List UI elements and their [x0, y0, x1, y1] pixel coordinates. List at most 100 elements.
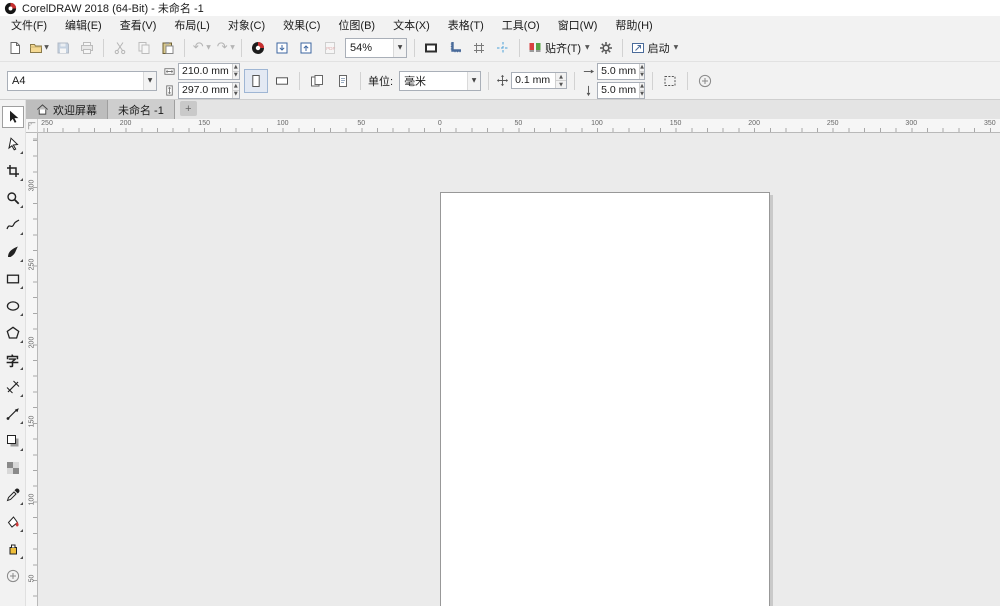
portrait-button[interactable] — [244, 68, 268, 93]
duplicate-x-field[interactable]: 5.0 mm ▲ ▼ — [597, 62, 646, 80]
units-combo[interactable]: 毫米 ▼ — [399, 70, 482, 91]
all-pages-button[interactable] — [305, 69, 329, 93]
pick-tool[interactable] — [1, 106, 24, 128]
polygon-tool[interactable] — [2, 322, 24, 344]
drawing-canvas[interactable] — [38, 133, 1000, 606]
spin-up-icon[interactable]: ▲ — [232, 63, 239, 71]
spin-up-icon[interactable]: ▲ — [232, 82, 239, 90]
menu-file[interactable]: 文件(F) — [2, 15, 56, 35]
menu-view[interactable]: 查看(V) — [111, 15, 166, 35]
quick-customize-button[interactable] — [693, 69, 717, 93]
import-button[interactable] — [271, 37, 293, 59]
snap-to-button[interactable]: 贴齐(T) ▼ — [524, 38, 594, 58]
customize-toolbox-button-icon — [6, 569, 20, 583]
page-height-field[interactable]: 297.0 mm ▲ ▼ — [178, 81, 240, 99]
spin-up-icon[interactable]: ▲ — [640, 82, 645, 90]
folder-open-icon — [29, 41, 43, 55]
new-tab-button[interactable]: + — [179, 101, 197, 116]
ruler-origin-corner[interactable] — [26, 119, 38, 133]
combo-dropdown-icon[interactable]: ▼ — [467, 71, 481, 90]
spinner[interactable]: ▲ ▼ — [639, 63, 645, 79]
spin-up-icon[interactable]: ▲ — [640, 63, 645, 71]
show-rulers-button[interactable] — [444, 37, 466, 59]
menu-help[interactable]: 帮助(H) — [606, 15, 661, 35]
v-ruler-label: 300 — [28, 179, 36, 192]
shape-tool[interactable] — [2, 133, 24, 155]
page-size-combo[interactable]: A4 ▼ — [7, 70, 157, 91]
new-doc-icon — [8, 41, 22, 55]
current-page-button[interactable] — [331, 69, 355, 93]
zoom-level-combo[interactable]: 54% ▼ — [345, 37, 407, 58]
treat-as-filled-button[interactable] — [658, 69, 682, 93]
menu-layout[interactable]: 布局(L) — [165, 15, 218, 35]
spin-up-icon[interactable]: ▲ — [556, 73, 567, 80]
flyout-indicator-icon — [19, 394, 23, 397]
document-page[interactable] — [440, 192, 770, 606]
show-grid-button[interactable] — [468, 37, 490, 59]
show-guidelines-button[interactable] — [492, 37, 514, 59]
drop-shadow-tool[interactable] — [2, 430, 24, 452]
dimension-tool[interactable] — [2, 376, 24, 398]
smart-fill-tool[interactable] — [2, 538, 24, 560]
zoom-tool[interactable] — [2, 187, 24, 209]
save-button[interactable] — [52, 37, 74, 59]
fullscreen-preview-button[interactable] — [420, 37, 442, 59]
spinner[interactable]: ▲ ▼ — [555, 73, 567, 88]
rectangle-tool[interactable] — [2, 268, 24, 290]
redo-button[interactable]: ↷ ▼ — [214, 37, 236, 59]
cut-button[interactable] — [109, 37, 131, 59]
spin-down-icon[interactable]: ▼ — [232, 89, 239, 98]
fullscreen-icon — [424, 41, 438, 55]
menu-object[interactable]: 对象(C) — [219, 15, 274, 35]
crop-tool[interactable] — [2, 160, 24, 182]
menu-tools[interactable]: 工具(O) — [493, 15, 549, 35]
publish-pdf-button[interactable]: PDF — [319, 37, 341, 59]
text-tool[interactable]: 字 — [2, 349, 24, 371]
menu-text[interactable]: 文本(X) — [384, 15, 439, 35]
spin-down-icon[interactable]: ▼ — [640, 70, 645, 79]
ellipse-tool[interactable] — [2, 295, 24, 317]
customize-toolbox-button[interactable] — [2, 565, 24, 587]
nudge-offset-field[interactable]: 0.1 mm ▲ ▼ — [511, 72, 568, 89]
tab-welcome-screen[interactable]: 欢迎屏幕 — [26, 100, 108, 119]
launch-button[interactable]: 启动 ▼ — [627, 38, 683, 58]
corel-circle-icon — [251, 41, 265, 55]
paste-button[interactable] — [157, 37, 179, 59]
export-button[interactable] — [295, 37, 317, 59]
menu-bitmaps[interactable]: 位图(B) — [329, 15, 384, 35]
page-width-field-row: 210.0 mm ▲ ▼ — [163, 62, 240, 80]
artistic-media-tool[interactable] — [2, 241, 24, 263]
search-content-button[interactable] — [247, 37, 269, 59]
duplicate-y-field[interactable]: 5.0 mm ▲ ▼ — [597, 81, 646, 99]
copy-button[interactable] — [133, 37, 155, 59]
menu-edit[interactable]: 编辑(E) — [56, 15, 111, 35]
spinner[interactable]: ▲ ▼ — [231, 63, 239, 79]
undo-button[interactable]: ↶ ▼ — [190, 37, 212, 59]
options-button[interactable] — [595, 37, 617, 59]
spin-down-icon[interactable]: ▼ — [556, 80, 567, 88]
page-width-field[interactable]: 210.0 mm ▲ ▼ — [178, 62, 240, 80]
spin-down-icon[interactable]: ▼ — [232, 70, 239, 79]
open-button[interactable]: ▼ — [28, 37, 50, 59]
connector-tool[interactable] — [2, 403, 24, 425]
combo-dropdown-icon[interactable]: ▼ — [393, 38, 406, 57]
menu-effects[interactable]: 效果(C) — [274, 15, 329, 35]
color-eyedropper-tool[interactable] — [2, 484, 24, 506]
horizontal-ruler[interactable]: 250 200 150 100 50 0 50 100 150 200 250 300 350 — [38, 119, 1000, 133]
spin-down-icon[interactable]: ▼ — [640, 89, 645, 98]
freehand-tool[interactable] — [2, 214, 24, 236]
combo-dropdown-icon[interactable]: ▼ — [143, 71, 156, 90]
interactive-fill-tool[interactable] — [2, 511, 24, 533]
transparency-tool[interactable] — [2, 457, 24, 479]
tab-document-1[interactable]: 未命名 -1 — [108, 100, 175, 119]
spinner[interactable]: ▲ ▼ — [231, 82, 239, 98]
landscape-button[interactable] — [270, 69, 294, 93]
print-button[interactable] — [76, 37, 98, 59]
new-document-button[interactable] — [4, 37, 26, 59]
menubar: 文件(F) 编辑(E) 查看(V) 布局(L) 对象(C) 效果(C) 位图(B) 文本(X)… — [0, 16, 1000, 34]
toolbar-separator — [184, 38, 185, 57]
spinner[interactable]: ▲ ▼ — [639, 82, 645, 98]
menu-window[interactable]: 窗口(W) — [549, 15, 607, 35]
vertical-ruler[interactable]: 300 250 200 150 100 50 — [26, 133, 38, 606]
menu-table[interactable]: 表格(T) — [439, 15, 493, 35]
